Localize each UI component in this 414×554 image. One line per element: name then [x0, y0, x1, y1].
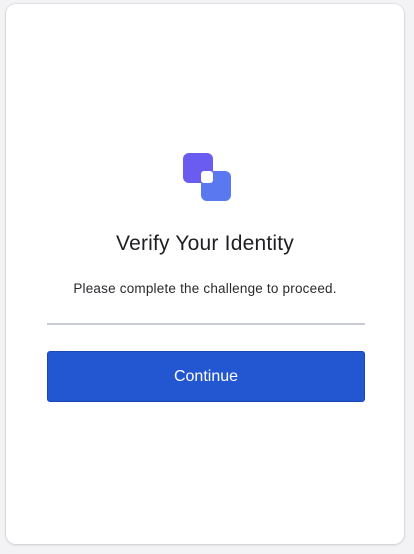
continue-button[interactable]: Continue: [47, 351, 365, 402]
verification-card: Verify Your Identity Please complete the…: [6, 4, 404, 544]
instruction-text: Please complete the challenge to proceed…: [73, 281, 337, 296]
page-title: Verify Your Identity: [116, 232, 294, 255]
challenge-divider: [47, 323, 365, 325]
overlapping-squares-icon: [183, 153, 231, 201]
